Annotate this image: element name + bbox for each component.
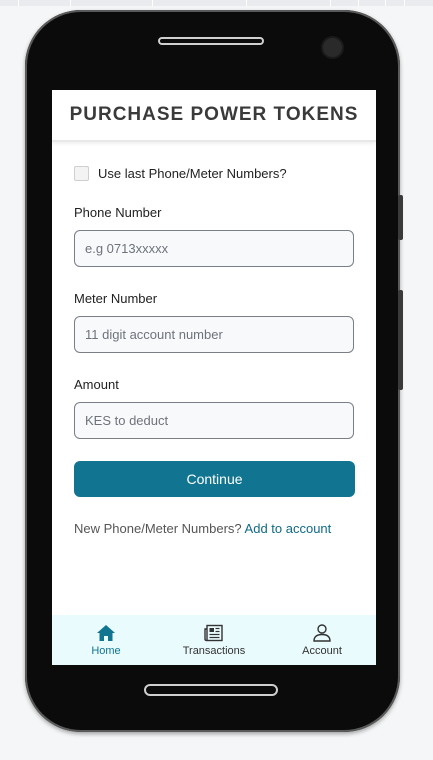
bottom-nav: Home Transactions Account [52,615,376,665]
app-screen: PURCHASE POWER TOKENS Use last Phone/Met… [52,90,376,665]
use-last-numbers-label[interactable]: Use last Phone/Meter Numbers? [98,166,287,181]
add-numbers-note: New Phone/Meter Numbers? Add to account [74,521,354,536]
meter-number-input[interactable]: 11 digit account number [74,316,354,353]
use-last-numbers-checkbox[interactable] [74,166,89,181]
browser-top-strip [0,0,433,6]
home-icon [97,624,115,641]
user-icon [313,623,331,642]
nav-label-home: Home [91,644,121,657]
phone-speaker [158,37,264,45]
use-last-numbers-row[interactable]: Use last Phone/Meter Numbers? [74,166,354,181]
amount-input[interactable]: KES to deduct [74,402,354,439]
nav-item-account[interactable]: Account [277,623,367,657]
meter-number-label: Meter Number [74,291,158,306]
nav-item-home[interactable]: Home [61,624,151,657]
app-header: PURCHASE POWER TOKENS [52,90,376,142]
continue-button[interactable]: Continue [74,461,355,497]
nav-item-transactions[interactable]: Transactions [169,624,259,657]
nav-label-account: Account [302,644,342,657]
purchase-form: Use last Phone/Meter Numbers? Phone Numb… [52,166,376,536]
phone-home-bar [144,684,278,696]
newspaper-icon [204,624,223,641]
amount-label: Amount [74,377,119,392]
phone-camera [321,36,344,59]
phone-number-label: Phone Number [74,205,162,220]
add-numbers-text: New Phone/Meter Numbers? [74,521,242,536]
page-title: PURCHASE POWER TOKENS [69,104,359,125]
phone-number-input[interactable]: e.g 0713xxxxx [74,230,354,267]
phone-side-button-top [398,195,403,240]
phone-side-button-bottom [398,290,403,390]
add-to-account-link[interactable]: Add to account [245,521,332,536]
nav-label-transactions: Transactions [182,644,246,657]
